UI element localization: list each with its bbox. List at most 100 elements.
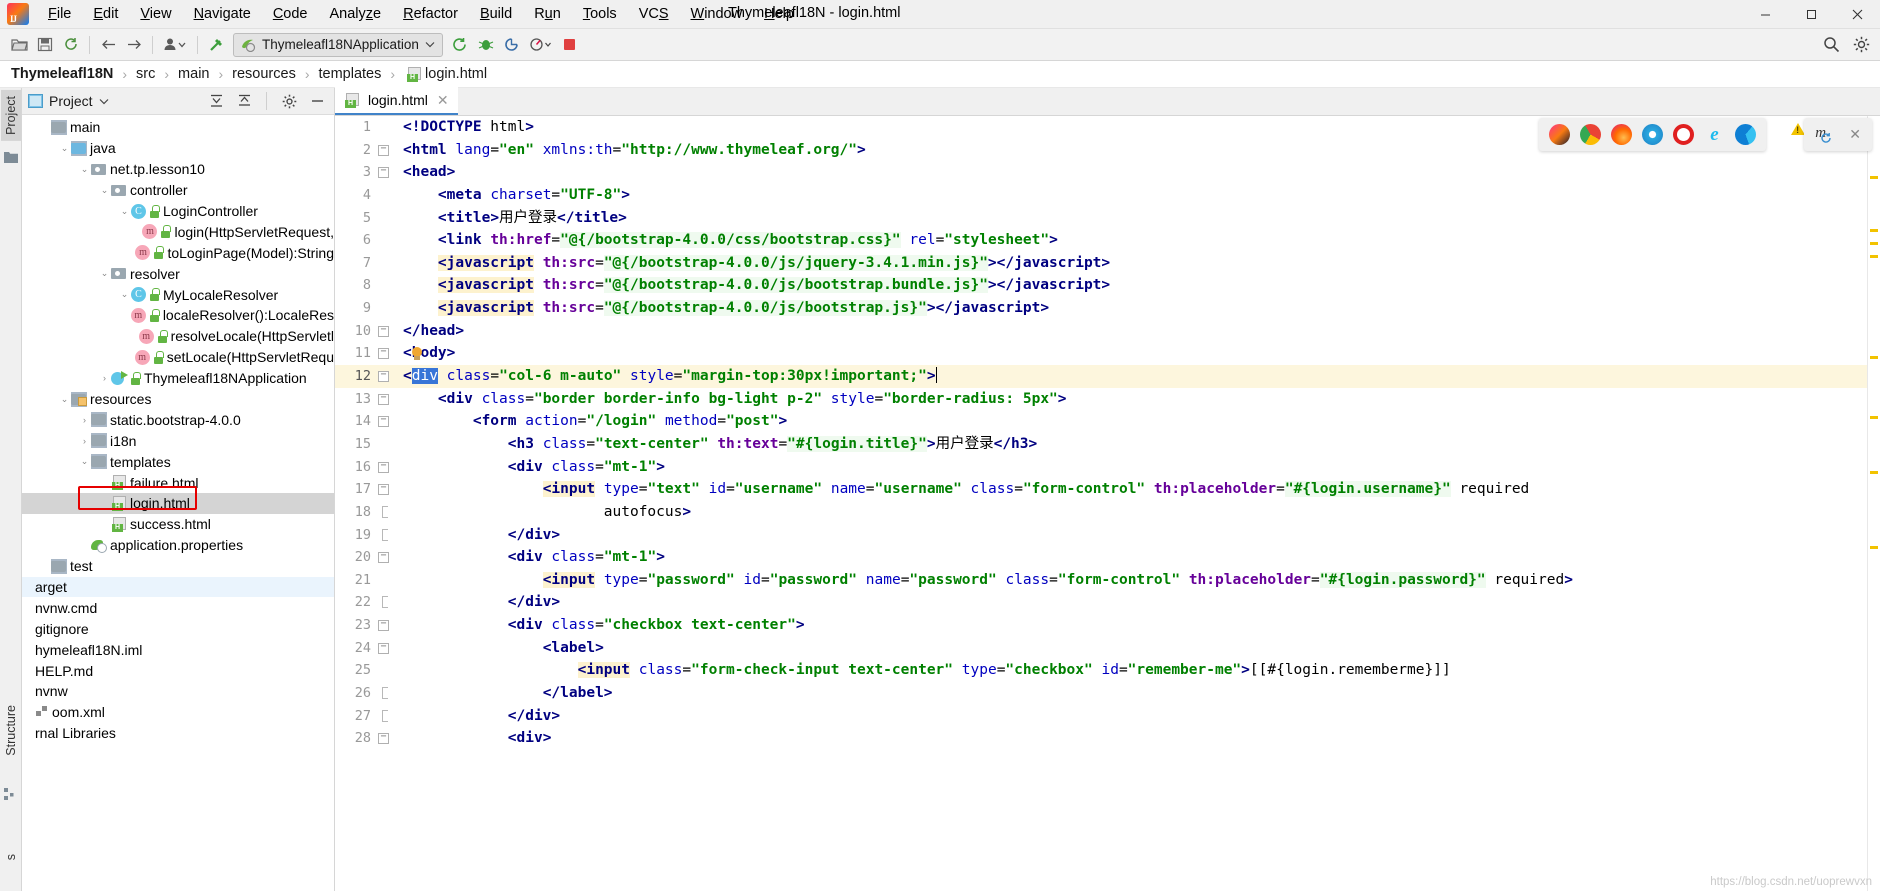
markup-reload-popup[interactable]: m ✕ xyxy=(1804,118,1872,151)
fold-region-marker[interactable] xyxy=(382,505,388,518)
user-dropdown-icon[interactable] xyxy=(158,33,192,57)
editor-tab-login-html[interactable]: login.html ✕ xyxy=(335,87,458,115)
tree-item-test[interactable]: test xyxy=(22,556,334,577)
minimize-icon[interactable] xyxy=(306,91,328,111)
run-configuration-selector[interactable]: Thymeleafl18NApplication xyxy=(233,32,443,57)
project-tree[interactable]: main ⌄ java ⌄ net.tp.lesson10 ⌄ controller ⌄ C Lo… xyxy=(22,115,334,891)
inspection-marker-strip[interactable] xyxy=(1867,116,1880,891)
tree-item-resolvelocale-httpservletl[interactable]: m resolveLocale(HttpServletl xyxy=(22,326,334,347)
arrow-left-icon[interactable] xyxy=(95,33,121,57)
tree-item-rnal-libraries[interactable]: rnal Libraries xyxy=(22,723,334,744)
code-line-23[interactable]: <div class="checkbox text-center"> xyxy=(397,614,1867,637)
intention-lightbulb-icon[interactable] xyxy=(411,346,423,361)
breadcrumb-item-src[interactable]: src xyxy=(136,66,155,82)
fold-collapse-icon[interactable] xyxy=(378,393,389,405)
debug-bug-icon[interactable] xyxy=(473,33,499,57)
fold-region-marker[interactable] xyxy=(382,687,388,700)
line-number-17[interactable]: 17 xyxy=(335,478,397,501)
line-number-12[interactable]: 12 xyxy=(335,365,397,388)
code-line-17[interactable]: <input type="text" id="username" name="u… xyxy=(397,478,1867,501)
code-line-26[interactable]: </label> xyxy=(397,682,1867,705)
line-number-22[interactable]: 22 xyxy=(335,591,397,614)
menu-analyze[interactable]: Analyze xyxy=(319,3,393,25)
fold-collapse-icon[interactable] xyxy=(378,370,389,383)
run-with-coverage-icon[interactable] xyxy=(499,33,525,57)
fold-region-marker[interactable] xyxy=(382,528,388,541)
markup-reload-icon[interactable]: m xyxy=(1815,125,1835,145)
fold-collapse-icon[interactable] xyxy=(378,166,389,179)
line-number-8[interactable]: 8 xyxy=(335,274,397,297)
tree-expand-arrow[interactable]: ⌄ xyxy=(118,206,131,217)
tree-item-nvnw-cmd[interactable]: nvnw.cmd xyxy=(22,597,334,618)
code-line-8[interactable]: <javascript th:src="@{/bootstrap-4.0.0/j… xyxy=(397,274,1867,297)
code-line-27[interactable]: </div> xyxy=(397,705,1867,728)
line-number-gutter[interactable]: 1234567891011121314151617181920212223242… xyxy=(335,116,397,891)
code-line-21[interactable]: <input type="password" id="password" nam… xyxy=(397,569,1867,592)
code-line-5[interactable]: <title>用户登录</title> xyxy=(397,207,1867,230)
line-number-18[interactable]: 18 xyxy=(335,501,397,524)
close-icon[interactable]: ✕ xyxy=(437,92,449,109)
browser-launch-popup[interactable]: e xyxy=(1539,118,1766,151)
breadcrumb-item-file[interactable]: login.html xyxy=(425,66,487,82)
line-number-26[interactable]: 26 xyxy=(335,682,397,705)
save-icon[interactable] xyxy=(32,33,58,57)
tree-item-mylocaleresolver[interactable]: ⌄ C MyLocaleResolver xyxy=(22,284,334,305)
tree-expand-arrow[interactable]: ⌄ xyxy=(58,394,71,405)
breadcrumb-item-resources[interactable]: resources xyxy=(232,66,296,82)
breadcrumb-item-templates[interactable]: templates xyxy=(319,66,382,82)
code-line-7[interactable]: <javascript th:src="@{/bootstrap-4.0.0/j… xyxy=(397,252,1867,275)
tree-expand-arrow[interactable]: › xyxy=(78,436,91,446)
tool-tab-structure[interactable]: Structure xyxy=(1,699,21,762)
inspection-marker[interactable] xyxy=(1870,416,1878,419)
line-number-9[interactable]: 9 xyxy=(335,297,397,320)
line-number-23[interactable]: 23 xyxy=(335,614,397,637)
fold-collapse-icon[interactable] xyxy=(378,732,389,745)
line-number-28[interactable]: 28 xyxy=(335,727,397,750)
fold-collapse-icon[interactable] xyxy=(378,619,389,632)
code-line-28[interactable]: <div> xyxy=(397,727,1867,750)
line-number-25[interactable]: 25 xyxy=(335,659,397,682)
chrome-browser-icon[interactable] xyxy=(1580,124,1601,145)
open-folder-icon[interactable] xyxy=(6,33,32,57)
tree-item-main[interactable]: main xyxy=(22,117,334,138)
line-number-7[interactable]: 7 xyxy=(335,252,397,275)
firefox-browser-icon[interactable] xyxy=(1611,124,1632,145)
code-line-10[interactable]: </head> xyxy=(397,320,1867,343)
tree-item-help-md[interactable]: HELP.md xyxy=(22,660,334,681)
profiler-icon[interactable] xyxy=(525,33,557,57)
tree-item-resolver[interactable]: ⌄ resolver xyxy=(22,263,334,284)
menu-bar[interactable]: File Edit View Navigate Code Analyze Ref… xyxy=(37,3,805,25)
code-line-6[interactable]: <link th:href="@{/bootstrap-4.0.0/css/bo… xyxy=(397,229,1867,252)
line-number-13[interactable]: 13 xyxy=(335,388,397,411)
tree-item-thymeleafl18napplication[interactable]: › Thymeleafl18NApplication xyxy=(22,368,334,389)
tree-item-i18n[interactable]: › i18n xyxy=(22,430,334,451)
inspection-marker[interactable] xyxy=(1870,546,1878,549)
collapse-all-icon[interactable] xyxy=(233,91,255,111)
safari-browser-icon[interactable] xyxy=(1642,124,1663,145)
fold-collapse-icon[interactable] xyxy=(378,642,389,654)
intellij-idea-browser-icon[interactable] xyxy=(1549,124,1570,145)
code-line-3[interactable]: <head> xyxy=(397,161,1867,184)
tree-item-application-properties[interactable]: application.properties xyxy=(22,535,334,556)
fold-collapse-icon[interactable] xyxy=(378,325,389,337)
close-icon[interactable]: ✕ xyxy=(1849,126,1861,143)
menu-vcs[interactable]: VCS xyxy=(628,3,680,25)
menu-edit[interactable]: Edit xyxy=(82,3,129,25)
line-number-24[interactable]: 24 xyxy=(335,637,397,660)
inspection-marker[interactable] xyxy=(1870,176,1878,179)
tree-expand-arrow[interactable]: ⌄ xyxy=(98,185,111,196)
line-number-19[interactable]: 19 xyxy=(335,524,397,547)
tree-item-logincontroller[interactable]: ⌄ C LoginController xyxy=(22,201,334,222)
code-line-20[interactable]: <div class="mt-1"> xyxy=(397,546,1867,569)
line-number-2[interactable]: 2 xyxy=(335,139,397,162)
line-number-11[interactable]: 11 xyxy=(335,342,397,365)
inspection-marker[interactable] xyxy=(1870,229,1878,232)
tree-item-gitignore[interactable]: gitignore xyxy=(22,618,334,639)
code-line-9[interactable]: <javascript th:src="@{/bootstrap-4.0.0/j… xyxy=(397,297,1867,320)
code-line-11[interactable]: <body> xyxy=(397,342,1867,365)
line-number-5[interactable]: 5 xyxy=(335,207,397,230)
tree-item-login-httpservletrequest[interactable]: m login(HttpServletRequest, xyxy=(22,221,334,242)
line-number-20[interactable]: 20 xyxy=(335,546,397,569)
line-number-1[interactable]: 1 xyxy=(335,116,397,139)
tree-item-success-html[interactable]: success.html xyxy=(22,514,334,535)
